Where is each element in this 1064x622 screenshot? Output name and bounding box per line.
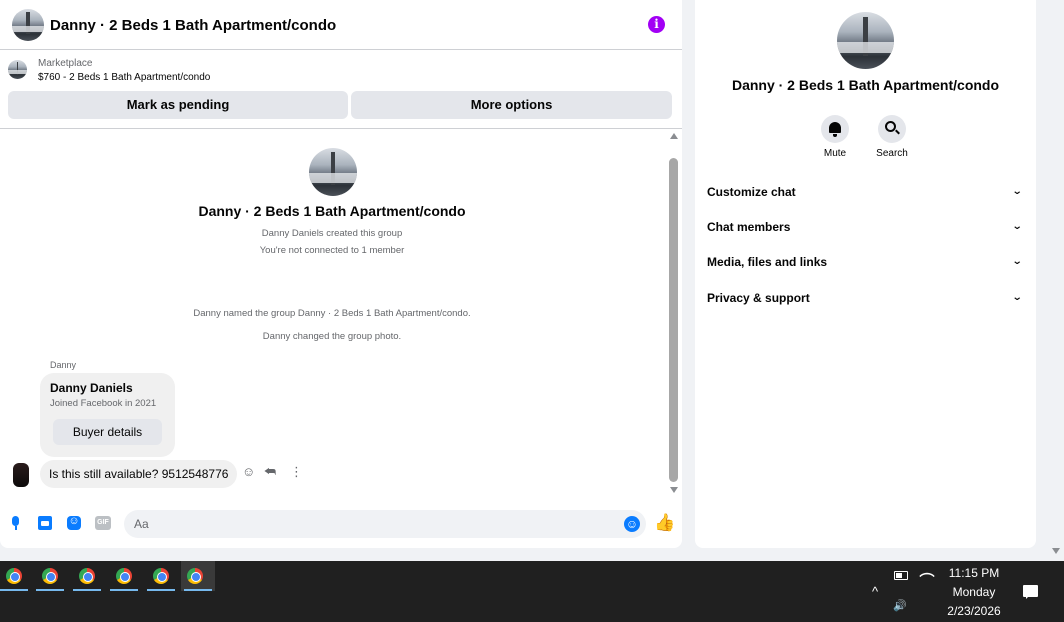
message-bubble[interactable]: Is this still available? 9512548776 [40,460,238,488]
like-icon[interactable]: 👍 [654,513,675,533]
scroll-thumb[interactable] [669,158,678,482]
react-icon[interactable]: ☺ [242,463,255,481]
battery-icon[interactable] [894,571,908,580]
mute-label: Mute [823,148,847,159]
sticker-icon[interactable] [67,515,81,530]
volume-icon[interactable]: 🔊 [893,599,907,612]
profile-card: Danny Daniels Joined Facebook in 2021 Bu… [40,373,175,457]
microphone-icon[interactable] [9,516,23,530]
joined-date: Joined Facebook in 2021 [50,398,157,409]
marketplace-banner: Marketplace $760 - 2 Beds 1 Bath Apartme… [0,51,682,129]
chrome-icon [6,568,22,584]
listing-thumbnail[interactable] [8,60,27,79]
group-photo [309,148,357,196]
message-input[interactable] [124,510,646,538]
section-label: Privacy & support [707,291,810,305]
chrome-taskbar-button[interactable] [110,561,144,591]
info-icon[interactable]: i [648,16,665,33]
chrome-taskbar-button[interactable] [0,561,34,591]
section-media-files-links[interactable]: Media, files and links ⌄ [707,252,1025,272]
buyer-details-button[interactable]: Buyer details [53,419,162,445]
profile-name: Danny Daniels [50,381,133,395]
chat-info-panel: Danny · 2 Beds 1 Bath Apartment/condo Mu… [695,0,1036,548]
taskbar: ^ 🔊 11:15 PM Monday 2/23/2026 [0,561,1064,622]
notifications-icon[interactable] [1023,585,1038,599]
mark-as-pending-button[interactable]: Mark as pending [8,91,348,119]
connection-notice: You're not connected to 1 member [259,245,405,256]
chrome-taskbar-button[interactable] [147,561,181,591]
clock-date[interactable]: 2/23/2026 [940,604,1008,618]
section-customize-chat[interactable]: Customize chat ⌄ [707,182,1025,202]
message-list: Danny · 2 Beds 1 Bath Apartment/condo Da… [0,130,664,498]
photo-icon[interactable] [38,516,52,530]
section-privacy-support[interactable]: Privacy & support ⌄ [707,288,1025,308]
reply-icon[interactable]: ⮪ [264,463,276,481]
chat-header: Danny · 2 Beds 1 Bath Apartment/condo i [0,0,682,50]
marketplace-label: Marketplace [38,58,93,69]
chevron-down-icon: ⌄ [1011,221,1023,232]
chrome-taskbar-button[interactable] [73,561,107,591]
chevron-down-icon: ⌄ [1011,256,1023,267]
chevron-down-icon: ⌄ [1011,292,1023,303]
group-name: Danny · 2 Beds 1 Bath Apartment/condo [198,203,466,219]
more-options-button[interactable]: More options [351,91,672,119]
composer: GIF ☺ 👍 [0,508,682,540]
sender-name: Danny [50,360,77,370]
section-label: Customize chat [707,185,796,199]
search-button[interactable] [878,115,906,143]
clock-day[interactable]: Monday [940,585,1008,599]
created-notice: Danny Daniels created this group [261,228,403,239]
chrome-taskbar-button-active[interactable] [181,561,215,591]
scroll-down-arrow[interactable] [670,487,678,493]
clock-time[interactable]: 11:15 PM [940,566,1008,580]
chat-title[interactable]: Danny · 2 Beds 1 Bath Apartment/condo [50,17,336,34]
chevron-down-icon: ⌄ [1011,186,1023,197]
page-scroll-down-arrow[interactable] [1052,548,1060,554]
chat-panel: Danny · 2 Beds 1 Bath Apartment/condo i … [0,0,682,548]
chrome-taskbar-button[interactable] [36,561,70,591]
bell-icon [829,122,841,137]
scroll-up-arrow[interactable] [670,133,678,139]
more-icon[interactable]: ⋮ [290,463,303,481]
group-photo-notice: Danny changed the group photo. [262,331,402,342]
emoji-icon[interactable]: ☺ [624,516,640,532]
chrome-icon [42,568,58,584]
chrome-icon [187,568,203,584]
group-avatar[interactable] [12,9,44,41]
wifi-icon[interactable] [919,568,935,584]
search-label: Search [876,148,908,159]
message-scrollbar[interactable] [668,133,679,496]
search-icon [885,121,896,132]
listing-title[interactable]: $760 - 2 Beds 1 Bath Apartment/condo [38,72,210,83]
mute-button[interactable] [821,115,849,143]
info-avatar[interactable] [837,12,894,69]
chrome-icon [79,568,95,584]
sender-avatar[interactable] [13,463,29,487]
section-label: Media, files and links [707,255,828,269]
chrome-icon [153,568,169,584]
section-label: Chat members [707,220,791,234]
tray-chevron-up-icon[interactable]: ^ [872,584,878,599]
section-chat-members[interactable]: Chat members ⌄ [707,217,1025,237]
info-title: Danny · 2 Beds 1 Bath Apartment/condo [731,77,1000,93]
gif-icon[interactable]: GIF [95,516,111,530]
group-named-notice: Danny named the group Danny · 2 Beds 1 B… [193,308,471,319]
chrome-icon [116,568,132,584]
